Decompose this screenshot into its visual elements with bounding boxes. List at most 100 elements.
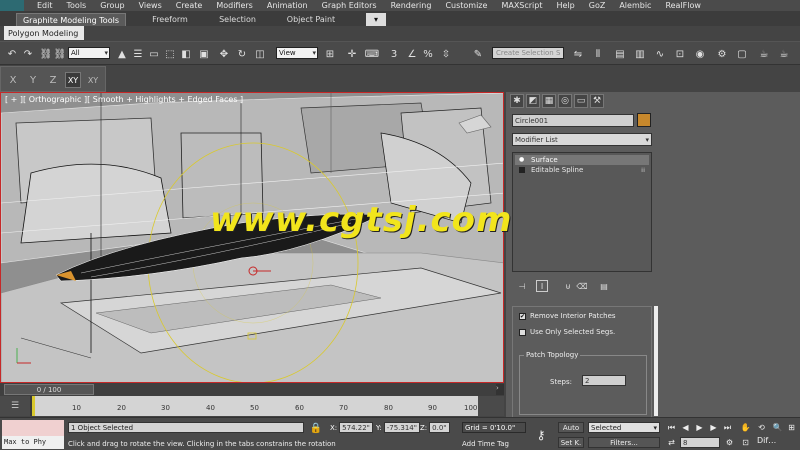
mirror-icon[interactable]: ⇋ [570, 46, 586, 62]
lightbulb-icon[interactable]: ● [519, 157, 525, 163]
menu-help[interactable]: Help [550, 1, 582, 10]
zoom-extents-icon[interactable]: ⊡ [740, 437, 751, 448]
select-by-name-icon[interactable]: ☰ [130, 46, 146, 62]
display-tab-icon[interactable]: ▭ [574, 94, 588, 108]
motion-tab-icon[interactable]: ◎ [558, 94, 572, 108]
coord-y-field[interactable]: -75.314" [383, 422, 420, 433]
current-frame-marker[interactable] [32, 396, 35, 416]
axis-xy-cycle-button[interactable]: XY [85, 72, 101, 88]
scale-icon[interactable]: ◫ [252, 46, 268, 62]
mini-curve-editor-icon[interactable]: ☰ [0, 396, 30, 416]
graphite-toggle-icon[interactable]: ▥ [632, 46, 648, 62]
render-production-icon[interactable]: ☕ [756, 46, 772, 62]
set-key-icon[interactable]: ⚷ [530, 426, 552, 444]
edit-named-selection-icon[interactable]: ✎ [470, 46, 486, 62]
menu-graph-editors[interactable]: Graph Editors [315, 1, 384, 10]
lock-selection-icon[interactable]: 🔒 [308, 420, 324, 436]
percent-snap-icon[interactable]: % [420, 46, 436, 62]
coord-z-field[interactable]: 0.0" [429, 422, 450, 433]
modify-tab-icon[interactable]: ◩ [526, 94, 540, 108]
show-end-result-icon[interactable]: Ⅰ [536, 280, 548, 292]
reference-coordinate-dropdown[interactable]: View [276, 47, 318, 59]
menu-alembic[interactable]: Alembic [612, 1, 658, 10]
render-setup-icon[interactable]: ⚙ [714, 46, 730, 62]
zoom-icon[interactable]: 🔍 [772, 422, 783, 433]
tab-polygon-modeling[interactable]: Polygon Modeling [4, 26, 84, 40]
selection-region-icon[interactable]: ▭ [146, 46, 162, 62]
angle-snap-icon[interactable]: ∠ [404, 46, 420, 62]
maxscript-listener[interactable]: Max to Phy [2, 420, 64, 449]
pan-view-icon[interactable]: ✋ [740, 422, 751, 433]
remove-interior-patches-checkbox[interactable]: ✔ Remove Interior Patches [519, 311, 649, 321]
key-filters-button[interactable]: Filters... [588, 437, 660, 448]
time-config-icon[interactable]: ⚙ [724, 437, 735, 448]
next-frame-icon[interactable]: ▶ [708, 422, 719, 433]
object-color-swatch[interactable] [637, 113, 651, 127]
steps-spinner[interactable]: 2 [582, 375, 626, 386]
checkbox-box[interactable] [519, 328, 526, 336]
create-tab-icon[interactable]: ✱ [510, 94, 524, 108]
modifier-list-dropdown[interactable]: Modifier List [512, 133, 652, 146]
axis-z-button[interactable]: Z [45, 72, 61, 88]
panel-scrollbar[interactable] [654, 306, 658, 416]
play-icon[interactable]: ▶ [694, 422, 705, 433]
keyboard-shortcut-icon[interactable]: ⌨ [364, 46, 380, 62]
window-crossing-icon[interactable]: ⬚ [162, 46, 178, 62]
next-frame-arrow[interactable]: › [496, 384, 504, 395]
maxscript-output[interactable] [2, 420, 64, 436]
time-slider-thumb[interactable]: 0 / 100 [4, 384, 94, 395]
select-manipulate-icon[interactable]: ✛ [344, 46, 360, 62]
coord-x-field[interactable]: 574.22" [339, 422, 373, 433]
checkbox-box[interactable]: ✔ [519, 312, 526, 320]
menu-edit[interactable]: Edit [30, 1, 60, 10]
menu-views[interactable]: Views [132, 1, 169, 10]
stack-item-editable-spline[interactable]: Editable Spline ⁞⁞ [515, 165, 649, 175]
go-to-end-icon[interactable]: ⏭ [722, 422, 733, 433]
undo-icon[interactable]: ↶ [4, 46, 20, 62]
ribbon-options-dropdown[interactable]: ▾ [366, 13, 386, 26]
key-mode-icon[interactable]: ⇄ [666, 437, 677, 448]
spinner-snap-icon[interactable]: ⇳ [438, 46, 454, 62]
axis-xy-button[interactable]: XY [65, 72, 81, 88]
make-unique-icon[interactable]: ⊍ [562, 280, 574, 292]
go-to-start-icon[interactable]: ⏮ [666, 422, 677, 433]
auto-key-button[interactable]: Auto [558, 422, 584, 433]
redo-icon[interactable]: ↷ [20, 46, 36, 62]
viewport-label[interactable]: [ + ][ Orthographic ][ Smooth + Highligh… [5, 95, 243, 104]
orbit-icon[interactable]: ⟲ [756, 422, 767, 433]
tab-graphite-modeling-tools[interactable]: Graphite Modeling Tools [16, 13, 126, 26]
maximize-viewport-icon[interactable]: ⊞ [786, 422, 797, 433]
pin-stack-icon[interactable]: ⊣ [516, 280, 528, 292]
rollout-icon[interactable]: ◧ [178, 46, 194, 62]
utilities-tab-icon[interactable]: ⚒ [590, 94, 604, 108]
pivot-center-icon[interactable]: ⊞ [322, 46, 338, 62]
rb-icon[interactable]: ▣ [196, 46, 212, 62]
menu-modifiers[interactable]: Modifiers [209, 1, 260, 10]
maxscript-input[interactable]: Max to Phy [4, 438, 46, 446]
rotate-icon[interactable]: ↻ [234, 46, 250, 62]
tab-selection[interactable]: Selection [210, 13, 265, 26]
menu-animation[interactable]: Animation [260, 1, 315, 10]
axis-y-button[interactable]: Y [25, 72, 41, 88]
expand-icon[interactable]: ⁞⁞ [641, 167, 645, 174]
menu-group[interactable]: Group [93, 1, 131, 10]
render-iterative-icon[interactable]: ☕ [776, 46, 792, 62]
timeline-ruler[interactable]: 10 20 30 40 50 60 70 80 90 100 [32, 396, 478, 416]
menu-customize[interactable]: Customize [438, 1, 494, 10]
add-time-tag-button[interactable]: Add Time Tag [462, 438, 526, 449]
named-selection-sets-input[interactable]: Create Selection S [492, 47, 564, 59]
app-logo[interactable] [0, 0, 24, 11]
menu-tools[interactable]: Tools [60, 1, 94, 10]
use-only-selected-segs-checkbox[interactable]: Use Only Selected Segs. [519, 327, 649, 337]
select-object-icon[interactable]: ▲ [114, 46, 130, 62]
schematic-view-icon[interactable]: ⊡ [672, 46, 688, 62]
current-frame-field[interactable]: 8 [680, 437, 720, 448]
key-filter-dropdown[interactable]: Selected [588, 422, 660, 433]
tab-freeform[interactable]: Freeform [140, 13, 200, 26]
move-icon[interactable]: ✥ [216, 46, 232, 62]
unlink-icon[interactable]: ⛓ [52, 46, 68, 62]
align-icon[interactable]: ⫴ [590, 46, 606, 62]
snaps-toggle-icon[interactable]: 3 [386, 46, 402, 62]
menu-realflow[interactable]: RealFlow [658, 1, 708, 10]
axis-x-button[interactable]: X [5, 72, 21, 88]
